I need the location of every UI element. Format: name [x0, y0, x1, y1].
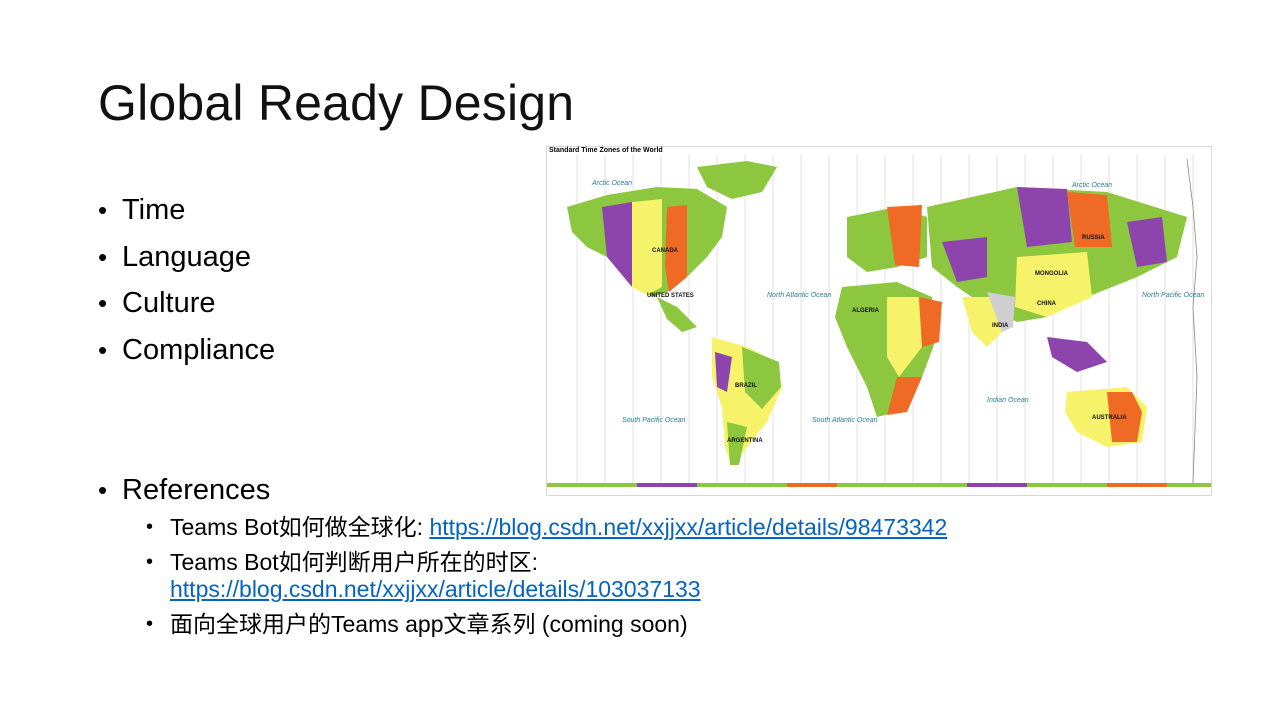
ocean-label: North Atlantic Ocean: [767, 292, 831, 299]
south-america: [712, 337, 782, 467]
country-label: MONGOLIA: [1035, 271, 1069, 277]
topic-list: Time Language Culture Compliance: [98, 190, 275, 376]
bullet-language: Language: [98, 237, 275, 284]
reference-label: 面向全球用户的Teams app文章系列 (coming soon): [170, 611, 688, 637]
zone-strip: [547, 483, 1211, 487]
map-graphic: Arctic Ocean Arctic Ocean North Atlantic…: [547, 155, 1211, 487]
ocean-label: Arctic Ocean: [591, 180, 632, 187]
references-list: Teams Bot如何做全球化: https://blog.csdn.net/x…: [98, 514, 947, 638]
bullet-compliance: Compliance: [98, 330, 275, 377]
map-title: Standard Time Zones of the World: [549, 147, 663, 154]
country-label: INDIA: [992, 323, 1009, 329]
reference-link[interactable]: https://blog.csdn.net/xxjjxx/article/det…: [429, 514, 947, 540]
reference-item: Teams Bot如何判断用户所在的时区: https://blog.csdn.…: [146, 549, 947, 603]
ocean-label: South Pacific Ocean: [622, 417, 686, 424]
date-line: [1186, 158, 1198, 484]
asia: [927, 187, 1187, 347]
oceania: [1047, 337, 1147, 447]
bullet-culture: Culture: [98, 283, 275, 330]
country-label: BRAZIL: [735, 383, 757, 389]
country-label: UNITED STATES: [647, 293, 694, 299]
reference-item: Teams Bot如何做全球化: https://blog.csdn.net/x…: [146, 514, 947, 541]
slide-title: Global Ready Design: [98, 75, 575, 131]
country-label: RUSSIA: [1082, 235, 1105, 241]
world-time-zone-map: Arctic Ocean Arctic Ocean North Atlantic…: [546, 146, 1212, 496]
country-label: CHINA: [1037, 301, 1057, 307]
country-label: ARGENTINA: [727, 438, 763, 444]
country-label: AUSTRALIA: [1092, 415, 1127, 421]
country-label: ALGERIA: [852, 308, 880, 314]
ocean-label: South Atlantic Ocean: [812, 417, 878, 424]
reference-label: Teams Bot如何判断用户所在的时区:: [170, 549, 539, 575]
slide: Global Ready Design Time Language Cultur…: [0, 0, 1280, 720]
ocean-label: Indian Ocean: [987, 397, 1029, 404]
reference-label: Teams Bot如何做全球化:: [170, 514, 430, 540]
country-label: CANADA: [652, 248, 679, 254]
ocean-label: Arctic Ocean: [1071, 182, 1112, 189]
reference-item: 面向全球用户的Teams app文章系列 (coming soon): [146, 611, 947, 638]
references-section: References Teams Bot如何做全球化: https://blog…: [98, 470, 947, 646]
reference-link[interactable]: https://blog.csdn.net/xxjjxx/article/det…: [170, 576, 701, 602]
ocean-label: North Pacific Ocean: [1142, 292, 1204, 299]
bullet-time: Time: [98, 190, 275, 237]
